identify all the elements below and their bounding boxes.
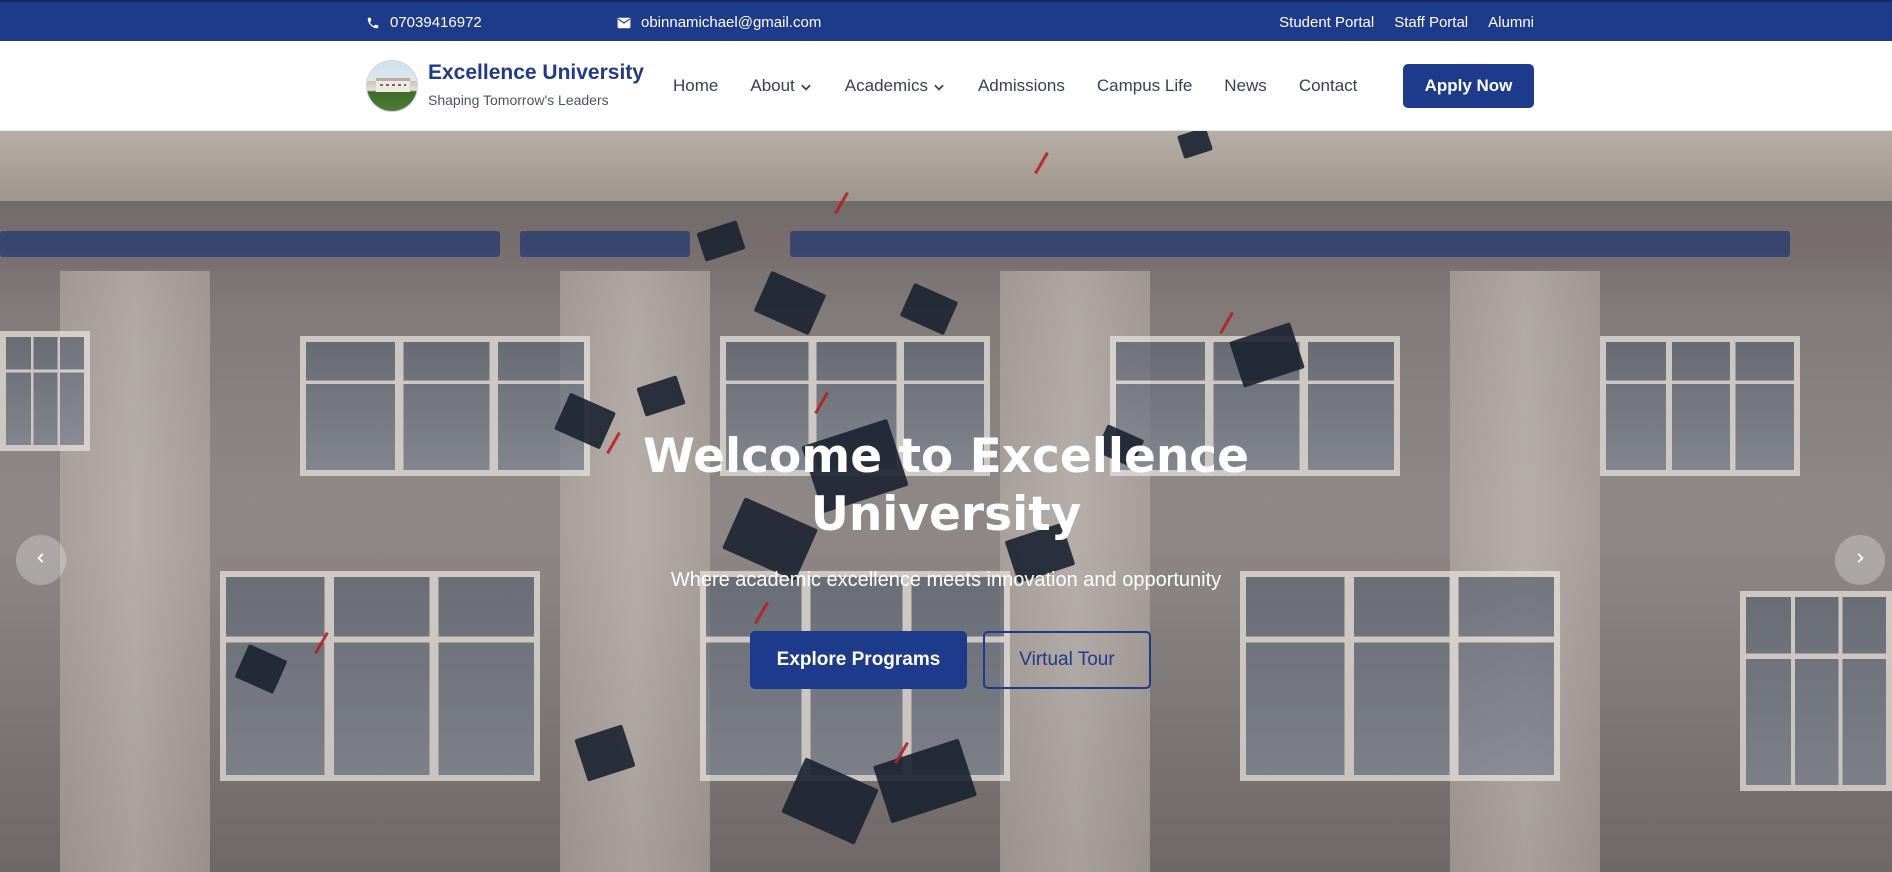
university-logo[interactable]	[366, 60, 418, 112]
chevron-down-icon	[799, 79, 813, 93]
chevron-left-icon	[34, 551, 48, 570]
hero-subtitle: Where academic excellence meets innovati…	[670, 569, 1222, 591]
main-header: Excellence University Shaping Tomorrow's…	[0, 41, 1892, 131]
nav-item-news[interactable]: News	[1224, 76, 1267, 96]
nav-item-campus-life[interactable]: Campus Life	[1097, 76, 1192, 96]
brand-title[interactable]: Excellence University	[428, 61, 644, 85]
nav-label: Campus Life	[1096, 76, 1193, 95]
phone-contact[interactable]: 07039416972	[366, 14, 482, 31]
main-nav: Home About Academics Admissions Campus L…	[673, 76, 1357, 96]
student-portal-link[interactable]: Student Portal	[1279, 14, 1374, 31]
top-bar: 07039416972 obinnamichael@gmail.com Stud…	[0, 0, 1892, 41]
staff-portal-link[interactable]: Staff Portal	[1394, 14, 1468, 31]
nav-item-admissions[interactable]: Admissions	[978, 76, 1065, 96]
nav-item-contact[interactable]: Contact	[1299, 76, 1358, 96]
virtual-tour-button[interactable]: Virtual Tour	[983, 631, 1151, 689]
nav-item-home[interactable]: Home	[673, 76, 718, 96]
nav-item-academics[interactable]: Academics	[845, 76, 946, 96]
portal-links: Student Portal Staff Portal Alumni	[1279, 14, 1534, 31]
hero-title: Welcome to Excellence University	[546, 428, 1346, 544]
envelope-icon	[617, 16, 631, 30]
nav-item-about[interactable]: About	[750, 76, 812, 96]
phone-number: 07039416972	[390, 14, 482, 31]
apply-now-button[interactable]: Apply Now	[1403, 64, 1534, 108]
carousel-prev-button[interactable]	[16, 535, 66, 585]
explore-programs-button[interactable]: Explore Programs	[750, 631, 967, 689]
hero-title-line2: University	[810, 487, 1082, 542]
phone-icon	[366, 16, 380, 30]
email-address: obinnamichael@gmail.com	[641, 14, 822, 31]
alumni-link[interactable]: Alumni	[1488, 14, 1534, 31]
hero-carousel: Welcome to Excellence University Where a…	[0, 131, 1892, 872]
nav-label: Home	[673, 76, 719, 95]
nav-label: Contact	[1298, 76, 1358, 95]
nav-label: Academics	[844, 76, 928, 95]
nav-label: About	[750, 76, 795, 95]
nav-label: Admissions	[977, 76, 1065, 95]
hero-title-line1: Welcome to Excellence	[642, 429, 1250, 484]
nav-label: News	[1224, 76, 1267, 95]
email-contact[interactable]: obinnamichael@gmail.com	[617, 14, 821, 31]
chevron-down-icon	[932, 79, 946, 93]
chevron-right-icon	[1853, 551, 1867, 570]
brand-tagline: Shaping Tomorrow's Leaders	[428, 92, 609, 108]
carousel-next-button[interactable]	[1835, 535, 1885, 585]
